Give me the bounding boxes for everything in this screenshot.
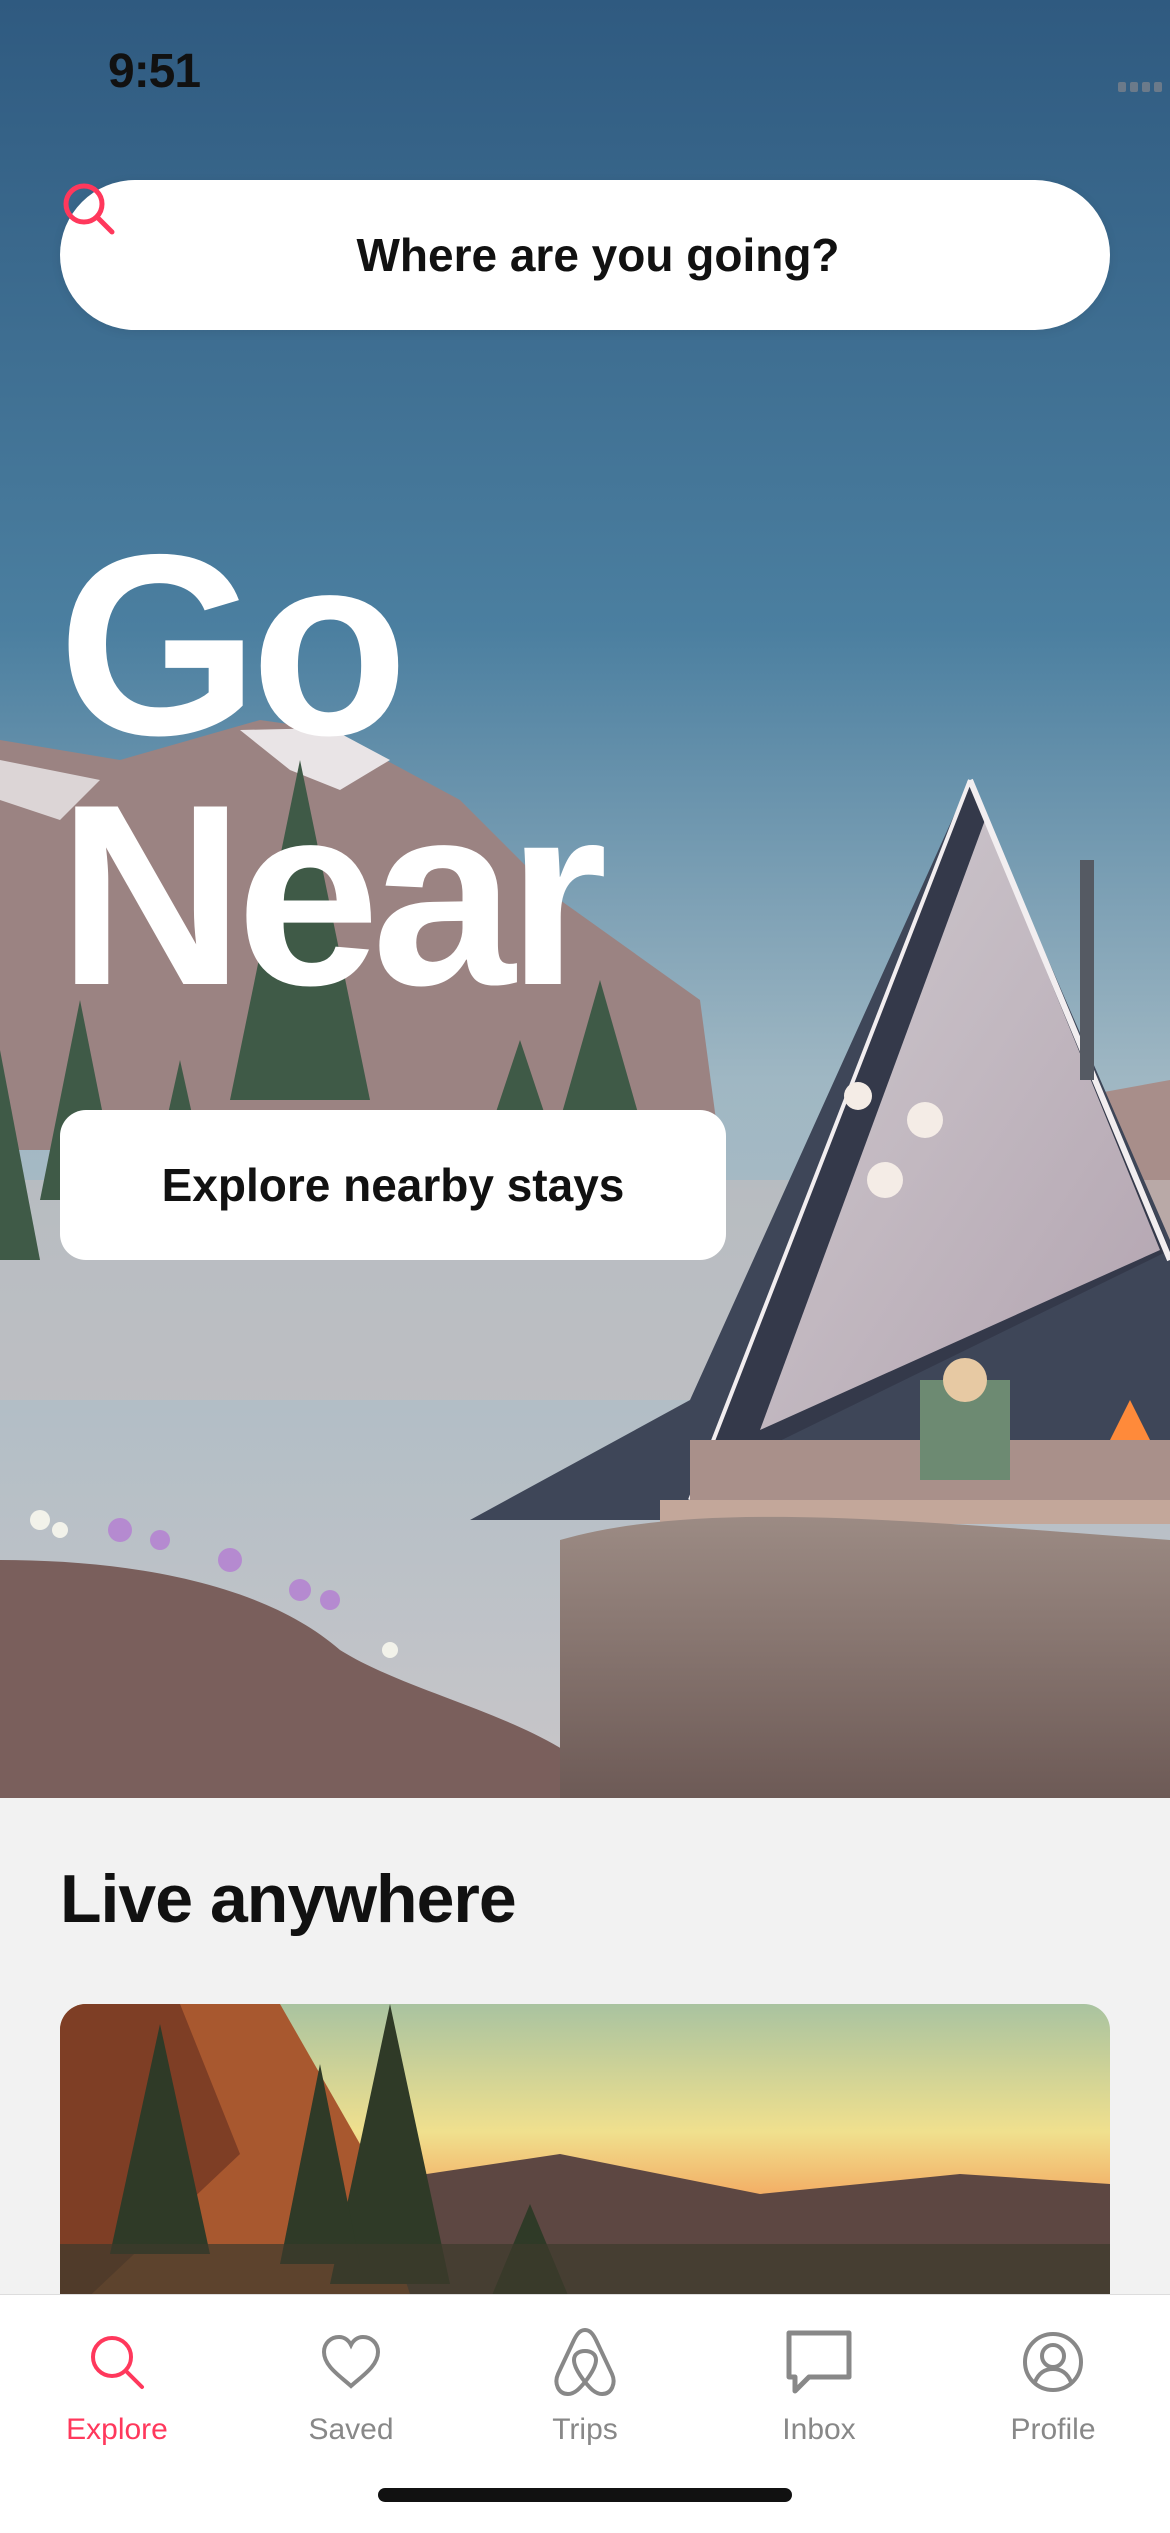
section-title: Live anywhere — [60, 1861, 517, 1937]
search-label: Where are you going? — [356, 229, 840, 281]
tab-profile[interactable]: Profile — [936, 2319, 1170, 2447]
search-icon — [0, 2319, 234, 2405]
status-time: 9:51 — [108, 45, 201, 98]
search-bar[interactable]: Where are you going? — [60, 180, 1110, 330]
cellular-signal-icon — [1118, 82, 1162, 92]
airbnb-logo-icon — [468, 2319, 702, 2405]
hero-title-line-2: Near — [58, 750, 608, 1039]
tab-label: Saved — [308, 2413, 394, 2446]
home-indicator — [378, 2488, 792, 2502]
status-bar: 9:51 — [0, 0, 1170, 140]
heart-icon — [234, 2319, 468, 2405]
message-icon — [702, 2319, 936, 2405]
tab-label: Trips — [552, 2413, 618, 2446]
landscape-image — [60, 2004, 1110, 2324]
tab-saved[interactable]: Saved — [234, 2319, 468, 2447]
tab-inbox[interactable]: Inbox — [702, 2319, 936, 2447]
tab-label: Profile — [1010, 2413, 1096, 2446]
hero-banner: 9:51 Where are you going? Go Near Explor… — [0, 0, 1170, 1798]
tab-label: Explore — [66, 2413, 168, 2446]
tab-label: Inbox — [782, 2413, 856, 2446]
explore-nearby-button[interactable]: Explore nearby stays — [60, 1110, 726, 1260]
hero-title-line-1: Go — [58, 500, 408, 789]
tab-trips[interactable]: Trips — [468, 2319, 702, 2447]
profile-icon — [936, 2319, 1170, 2405]
live-anywhere-card[interactable] — [60, 2004, 1110, 2324]
hero-title: Go Near — [58, 500, 608, 1039]
tab-explore[interactable]: Explore — [0, 2319, 234, 2447]
